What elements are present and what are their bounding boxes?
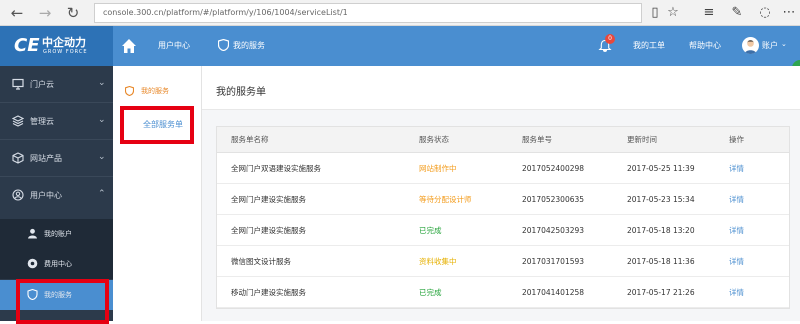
forward-arrow-icon[interactable]: → — [36, 4, 54, 22]
status-badge: 网站制作中 — [419, 163, 457, 173]
person-icon — [28, 228, 37, 239]
service-name: 移动门户建设实施服务 — [231, 287, 306, 297]
sidebar-item-label: 用户中心 — [30, 191, 62, 200]
chevron-down-icon: ⌄ — [98, 152, 106, 162]
order-number: 2017042503293 — [522, 225, 585, 235]
sidebar-item-management-cloud[interactable]: 管理云 ⌄ — [0, 103, 113, 139]
shield-icon — [218, 39, 229, 51]
table-row: 微信图文设计服务 资料收集中 2017031701593 2017-05-18 … — [217, 246, 789, 277]
order-number: 2017031701593 — [522, 256, 585, 266]
column-header: 服务单号 — [522, 135, 552, 144]
logo-text: 中企动力 — [42, 36, 86, 49]
page-header: 我的服务单 — [202, 66, 800, 110]
update-time: 2017-05-18 11:36 — [627, 256, 695, 266]
sidebar-item-user-center[interactable]: 用户中心 ⌃ — [0, 177, 113, 213]
more-options-icon[interactable]: ⋯ — [780, 4, 798, 22]
refresh-icon[interactable]: ↻ — [64, 4, 82, 22]
update-time: 2017-05-25 11:39 — [627, 163, 695, 173]
service-name: 全网门户双语建设实施服务 — [231, 163, 321, 173]
details-link[interactable]: 详情 — [729, 215, 744, 245]
shield-icon — [125, 86, 134, 96]
sidebar-item-label: 管理云 — [30, 117, 54, 126]
share-icon[interactable]: ◌ — [756, 4, 774, 22]
service-name: 全网门户建设实施服务 — [231, 225, 306, 235]
column-header: 更新时间 — [627, 135, 657, 144]
details-link[interactable]: 详情 — [729, 153, 744, 183]
table-row: 移动门户建设实施服务 已完成 2017041401258 2017-05-17 … — [217, 277, 789, 308]
avatar[interactable] — [742, 37, 759, 54]
column-header: 服务单名称 — [231, 135, 269, 144]
web-note-icon[interactable]: ✎ — [728, 4, 746, 22]
details-link[interactable]: 详情 — [729, 246, 744, 276]
user-circle-icon — [12, 189, 24, 201]
home-icon[interactable] — [121, 38, 137, 54]
account-menu[interactable]: 账户 — [762, 40, 778, 51]
table-row: 全网门户建设实施服务 等待分配设计师 2017052300635 2017-05… — [217, 184, 789, 215]
chevron-down-icon: ⌄ — [98, 78, 106, 88]
sidebar-subitem-label: 我的账户 — [44, 230, 72, 238]
help-center-link[interactable]: 帮助中心 — [689, 40, 721, 51]
cube-icon — [12, 152, 24, 164]
table-row: 全网门户建设实施服务 已完成 2017042503293 2017-05-18 … — [217, 215, 789, 246]
favorite-star-icon[interactable]: ☆ — [664, 4, 682, 22]
logo-mark: CE — [14, 35, 40, 56]
table-row: 全网门户双语建设实施服务 网站制作中 2017052400298 2017-05… — [217, 153, 789, 184]
sidebar-item-label: 门户云 — [30, 80, 54, 89]
details-link[interactable]: 详情 — [729, 184, 744, 214]
status-badge: 资料收集中 — [419, 256, 457, 266]
secondary-nav-heading: 我的服务 — [141, 87, 169, 95]
status-badge: 等待分配设计师 — [419, 194, 472, 204]
breadcrumb-user-center[interactable]: 用户中心 — [158, 40, 190, 51]
column-header: 服务状态 — [419, 135, 449, 144]
reading-view-icon[interactable]: ▯ — [646, 4, 664, 22]
sidebar-subitem-my-account[interactable]: 我的账户 — [0, 219, 113, 249]
breadcrumb-my-services[interactable]: 我的服务 — [233, 40, 265, 51]
app-header: CE 中企动力 GROW FORCE 用户中心 我的服务 0 我的工单 帮助中心… — [0, 26, 800, 66]
hub-menu-icon[interactable]: ≡ — [700, 4, 718, 22]
column-header: 操作 — [729, 135, 744, 144]
order-number: 2017052400298 — [522, 163, 585, 173]
order-number: 2017041401258 — [522, 287, 585, 297]
coin-icon — [27, 258, 38, 269]
order-number: 2017052300635 — [522, 194, 585, 204]
table-header: 服务单名称 服务状态 服务单号 更新时间 操作 — [217, 127, 789, 153]
layers-icon — [12, 115, 24, 127]
service-orders-table: 服务单名称 服务状态 服务单号 更新时间 操作 全网门户双语建设实施服务 网站制… — [216, 126, 790, 309]
page-title: 我的服务单 — [216, 87, 266, 98]
sidebar-item-portal-cloud[interactable]: 门户云 ⌄ — [0, 66, 113, 102]
chevron-down-icon: ⌄ — [98, 115, 106, 125]
status-badge: 已完成 — [419, 287, 442, 297]
highlight-box — [16, 279, 109, 324]
sidebar-subitem-label: 费用中心 — [44, 260, 72, 268]
chevron-down-icon[interactable]: ⌄ — [781, 40, 787, 48]
service-name: 全网门户建设实施服务 — [231, 194, 306, 204]
chevron-up-icon: ⌃ — [98, 189, 106, 199]
update-time: 2017-05-17 21:26 — [627, 287, 695, 297]
logo[interactable]: CE 中企动力 GROW FORCE — [0, 26, 113, 66]
sidebar-item-label: 网站产品 — [30, 154, 62, 163]
sidebar-item-website-products[interactable]: 网站产品 ⌄ — [0, 140, 113, 176]
sidebar-subitem-billing-center[interactable]: 费用中心 — [0, 249, 113, 279]
notification-badge: 0 — [605, 34, 615, 44]
address-bar[interactable]: console.300.cn/platform/#/platform/y/106… — [94, 3, 642, 23]
details-link[interactable]: 详情 — [729, 277, 744, 307]
monitor-icon — [12, 78, 24, 90]
browser-toolbar: ← → ↻ console.300.cn/platform/#/platform… — [0, 0, 800, 26]
service-name: 微信图文设计服务 — [231, 256, 291, 266]
secondary-nav: 我的服务 全部服务单 — [113, 66, 202, 321]
highlight-box — [120, 106, 194, 144]
back-arrow-icon[interactable]: ← — [8, 4, 26, 22]
status-badge: 已完成 — [419, 225, 442, 235]
my-tickets-link[interactable]: 我的工单 — [633, 40, 665, 51]
main-content: 我的服务单 服务单名称 服务状态 服务单号 更新时间 操作 全网门户双语建设实施… — [202, 66, 800, 321]
update-time: 2017-05-23 15:34 — [627, 194, 695, 204]
update-time: 2017-05-18 13:20 — [627, 225, 695, 235]
logo-subtext: GROW FORCE — [43, 49, 88, 55]
